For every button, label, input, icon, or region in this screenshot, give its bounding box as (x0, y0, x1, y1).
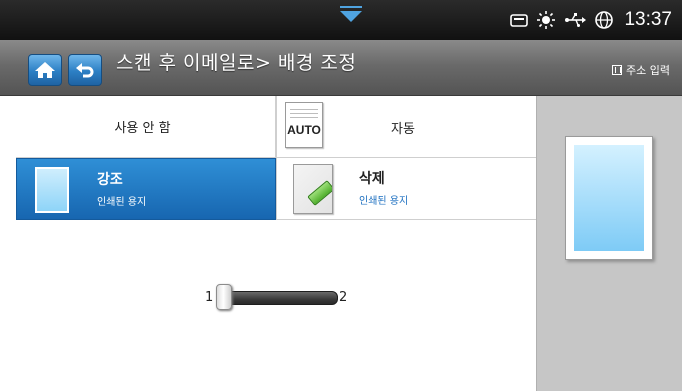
option-none-label: 사용 안 함 (114, 121, 171, 136)
preview-pane (536, 96, 682, 391)
option-auto[interactable]: AUTO 자동 (276, 96, 536, 158)
slider-max-label: 2 (339, 290, 348, 305)
option-none[interactable]: 사용 안 함 (16, 96, 276, 158)
auto-document-icon: AUTO (285, 102, 323, 148)
preview-page (565, 136, 653, 260)
eraser-page-icon (293, 164, 333, 214)
clock: 13:37 (624, 9, 672, 30)
enhance-page-icon (35, 167, 69, 213)
home-icon (35, 62, 55, 78)
header: 스캔 후 이메일로> 배경 조정 주소 입력 (0, 40, 682, 96)
sun-icon (536, 10, 556, 30)
option-erase-subtitle: 인쇄된 용지 (359, 196, 409, 207)
option-enhance-subtitle: 인쇄된 용지 (97, 197, 147, 208)
home-button[interactable] (28, 54, 62, 86)
page-title: 스캔 후 이메일로> 배경 조정 (116, 52, 357, 74)
pull-down-handle-icon[interactable] (336, 4, 366, 28)
back-arrow-icon (76, 63, 94, 78)
option-erase[interactable]: 삭제 인쇄된 용지 (276, 158, 536, 220)
level-slider-thumb[interactable] (216, 284, 232, 310)
option-enhance[interactable]: 강조 인쇄된 용지 (16, 158, 276, 220)
auto-icon-text: AUTO (287, 123, 321, 137)
option-auto-label: 자동 (391, 122, 415, 137)
slider-min-label: 1 (205, 290, 214, 305)
globe-icon (594, 10, 614, 30)
back-button[interactable] (68, 54, 102, 86)
option-enhance-title: 강조 (97, 172, 123, 188)
status-bar: 13:37 (0, 0, 682, 40)
address-input-button[interactable]: 주소 입력 (612, 62, 670, 78)
address-book-icon (612, 65, 623, 75)
level-slider-track[interactable] (220, 291, 338, 305)
tray-icon (510, 13, 529, 27)
status-icons: 13:37 (510, 0, 672, 40)
background-options-panel: 사용 안 함 AUTO 자동 강조 인쇄된 용지 삭제 인쇄된 용지 1 2 (0, 96, 536, 391)
option-erase-title: 삭제 (359, 171, 385, 187)
address-input-label: 주소 입력 (626, 64, 670, 77)
usb-icon (564, 12, 587, 28)
